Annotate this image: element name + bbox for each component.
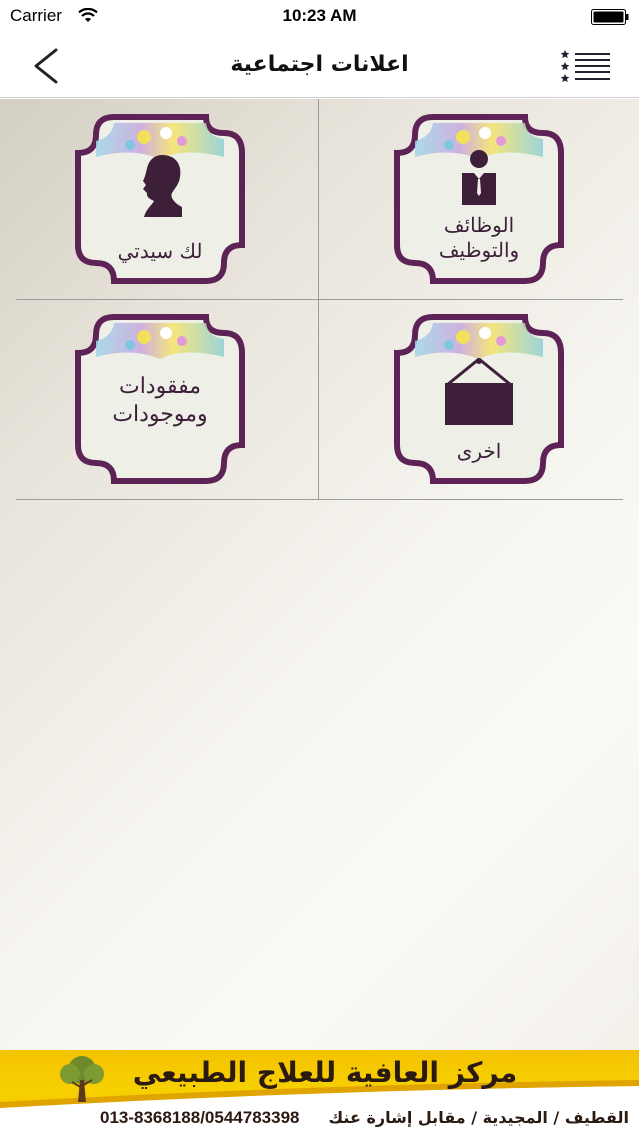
hanging-sign-icon [445,357,513,425]
tile-label: لك سيدتي [117,239,203,263]
banner-address: القطيف / المجيدية / مقابل إشارة عنك [328,1108,629,1127]
star-list-menu-icon[interactable] [561,48,611,84]
ad-banner[interactable]: مركز العافية للعلاج الطبيعي 013-8368188/… [0,1050,639,1136]
tile-for-my-lady[interactable]: لك سيدتي [74,113,246,285]
grid-divider-horizontal [16,299,623,300]
status-time: 10:23 AM [282,6,357,25]
tile-label: اخرى [456,439,502,463]
page-title: اعلانات اجتماعية [230,52,409,77]
battery-full-icon [591,9,629,25]
tile-lost-and-found[interactable]: مفقودات وموجودات [74,313,246,485]
category-grid: الوظائف والتوظيف لك سيدتي اخرى مفقودات و… [16,99,623,500]
woman-silhouette-icon [143,155,182,217]
tile-label: الوظائف والتوظيف [438,213,520,262]
tile-jobs[interactable]: الوظائف والتوظيف [393,113,565,285]
banner-phone: 013-8368188/0544783398 [100,1108,300,1127]
content-area: الوظائف والتوظيف لك سيدتي اخرى مفقودات و… [0,99,639,1050]
tile-others[interactable]: اخرى [393,313,565,485]
navigation-bar: اعلانات اجتماعية [0,34,639,98]
tile-label: مفقودات وموجودات [112,374,208,427]
banner-title: مركز العافية للعلاج الطبيعي [132,1056,518,1089]
grid-divider-horizontal [16,499,623,500]
businessman-icon [462,150,496,205]
tree-logo-icon [60,1056,104,1102]
status-bar: Carrier 10:23 AM [0,0,639,34]
